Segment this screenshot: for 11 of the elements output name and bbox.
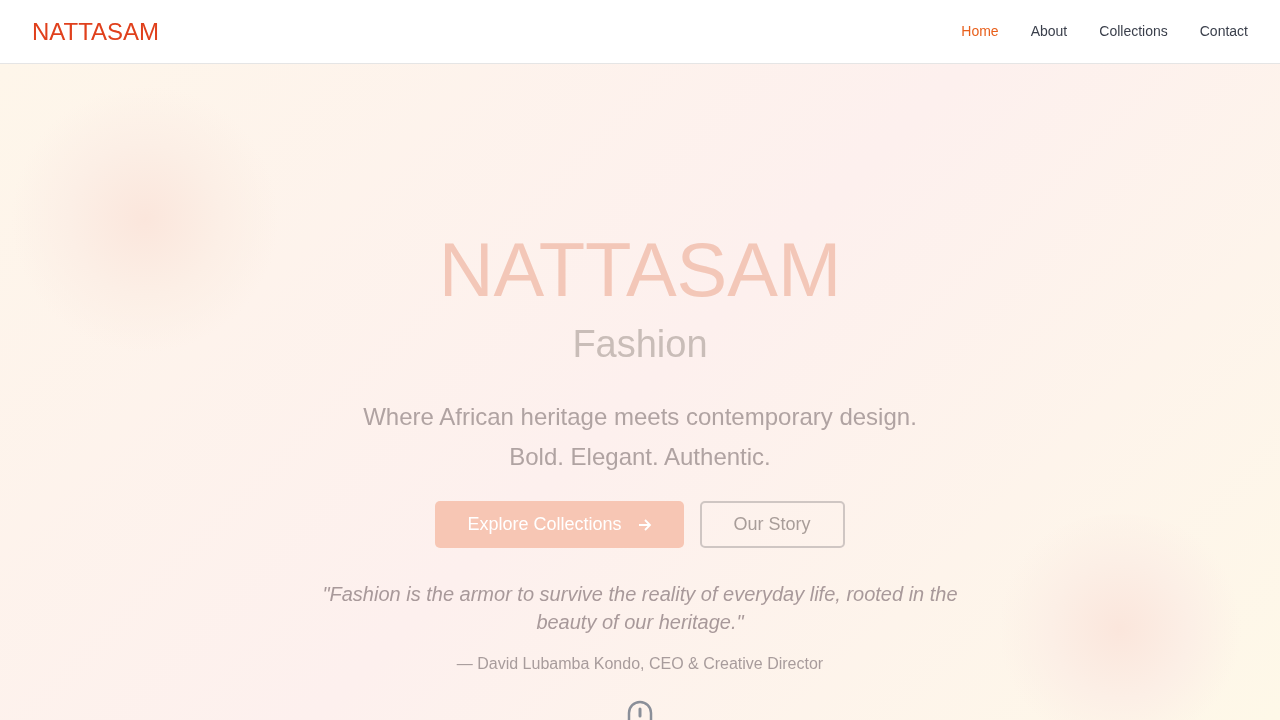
quote-attribution: — David Lubamba Kondo, CEO & Creative Director — [456, 654, 824, 674]
quote-text: "Fashion is the armor to survive the reality of everyday life, rooted in the beauty of our heritage." — [321, 582, 959, 635]
story-button[interactable]: Our Story — [699, 501, 845, 548]
arrow-right-icon — [637, 517, 652, 532]
nav-link[interactable]: Contact — [1199, 21, 1248, 42]
nav-link[interactable]: Home — [961, 21, 999, 42]
tagline-text: Bold. Elegant. Authentic. — [508, 442, 772, 472]
nav-link[interactable]: About — [1030, 21, 1068, 42]
brand-logo[interactable]: NATTASAM — [32, 13, 160, 50]
nav-link[interactable]: Collections — [1099, 21, 1168, 42]
tagline-text: Where African heritage meets contemporary design. — [363, 402, 917, 432]
